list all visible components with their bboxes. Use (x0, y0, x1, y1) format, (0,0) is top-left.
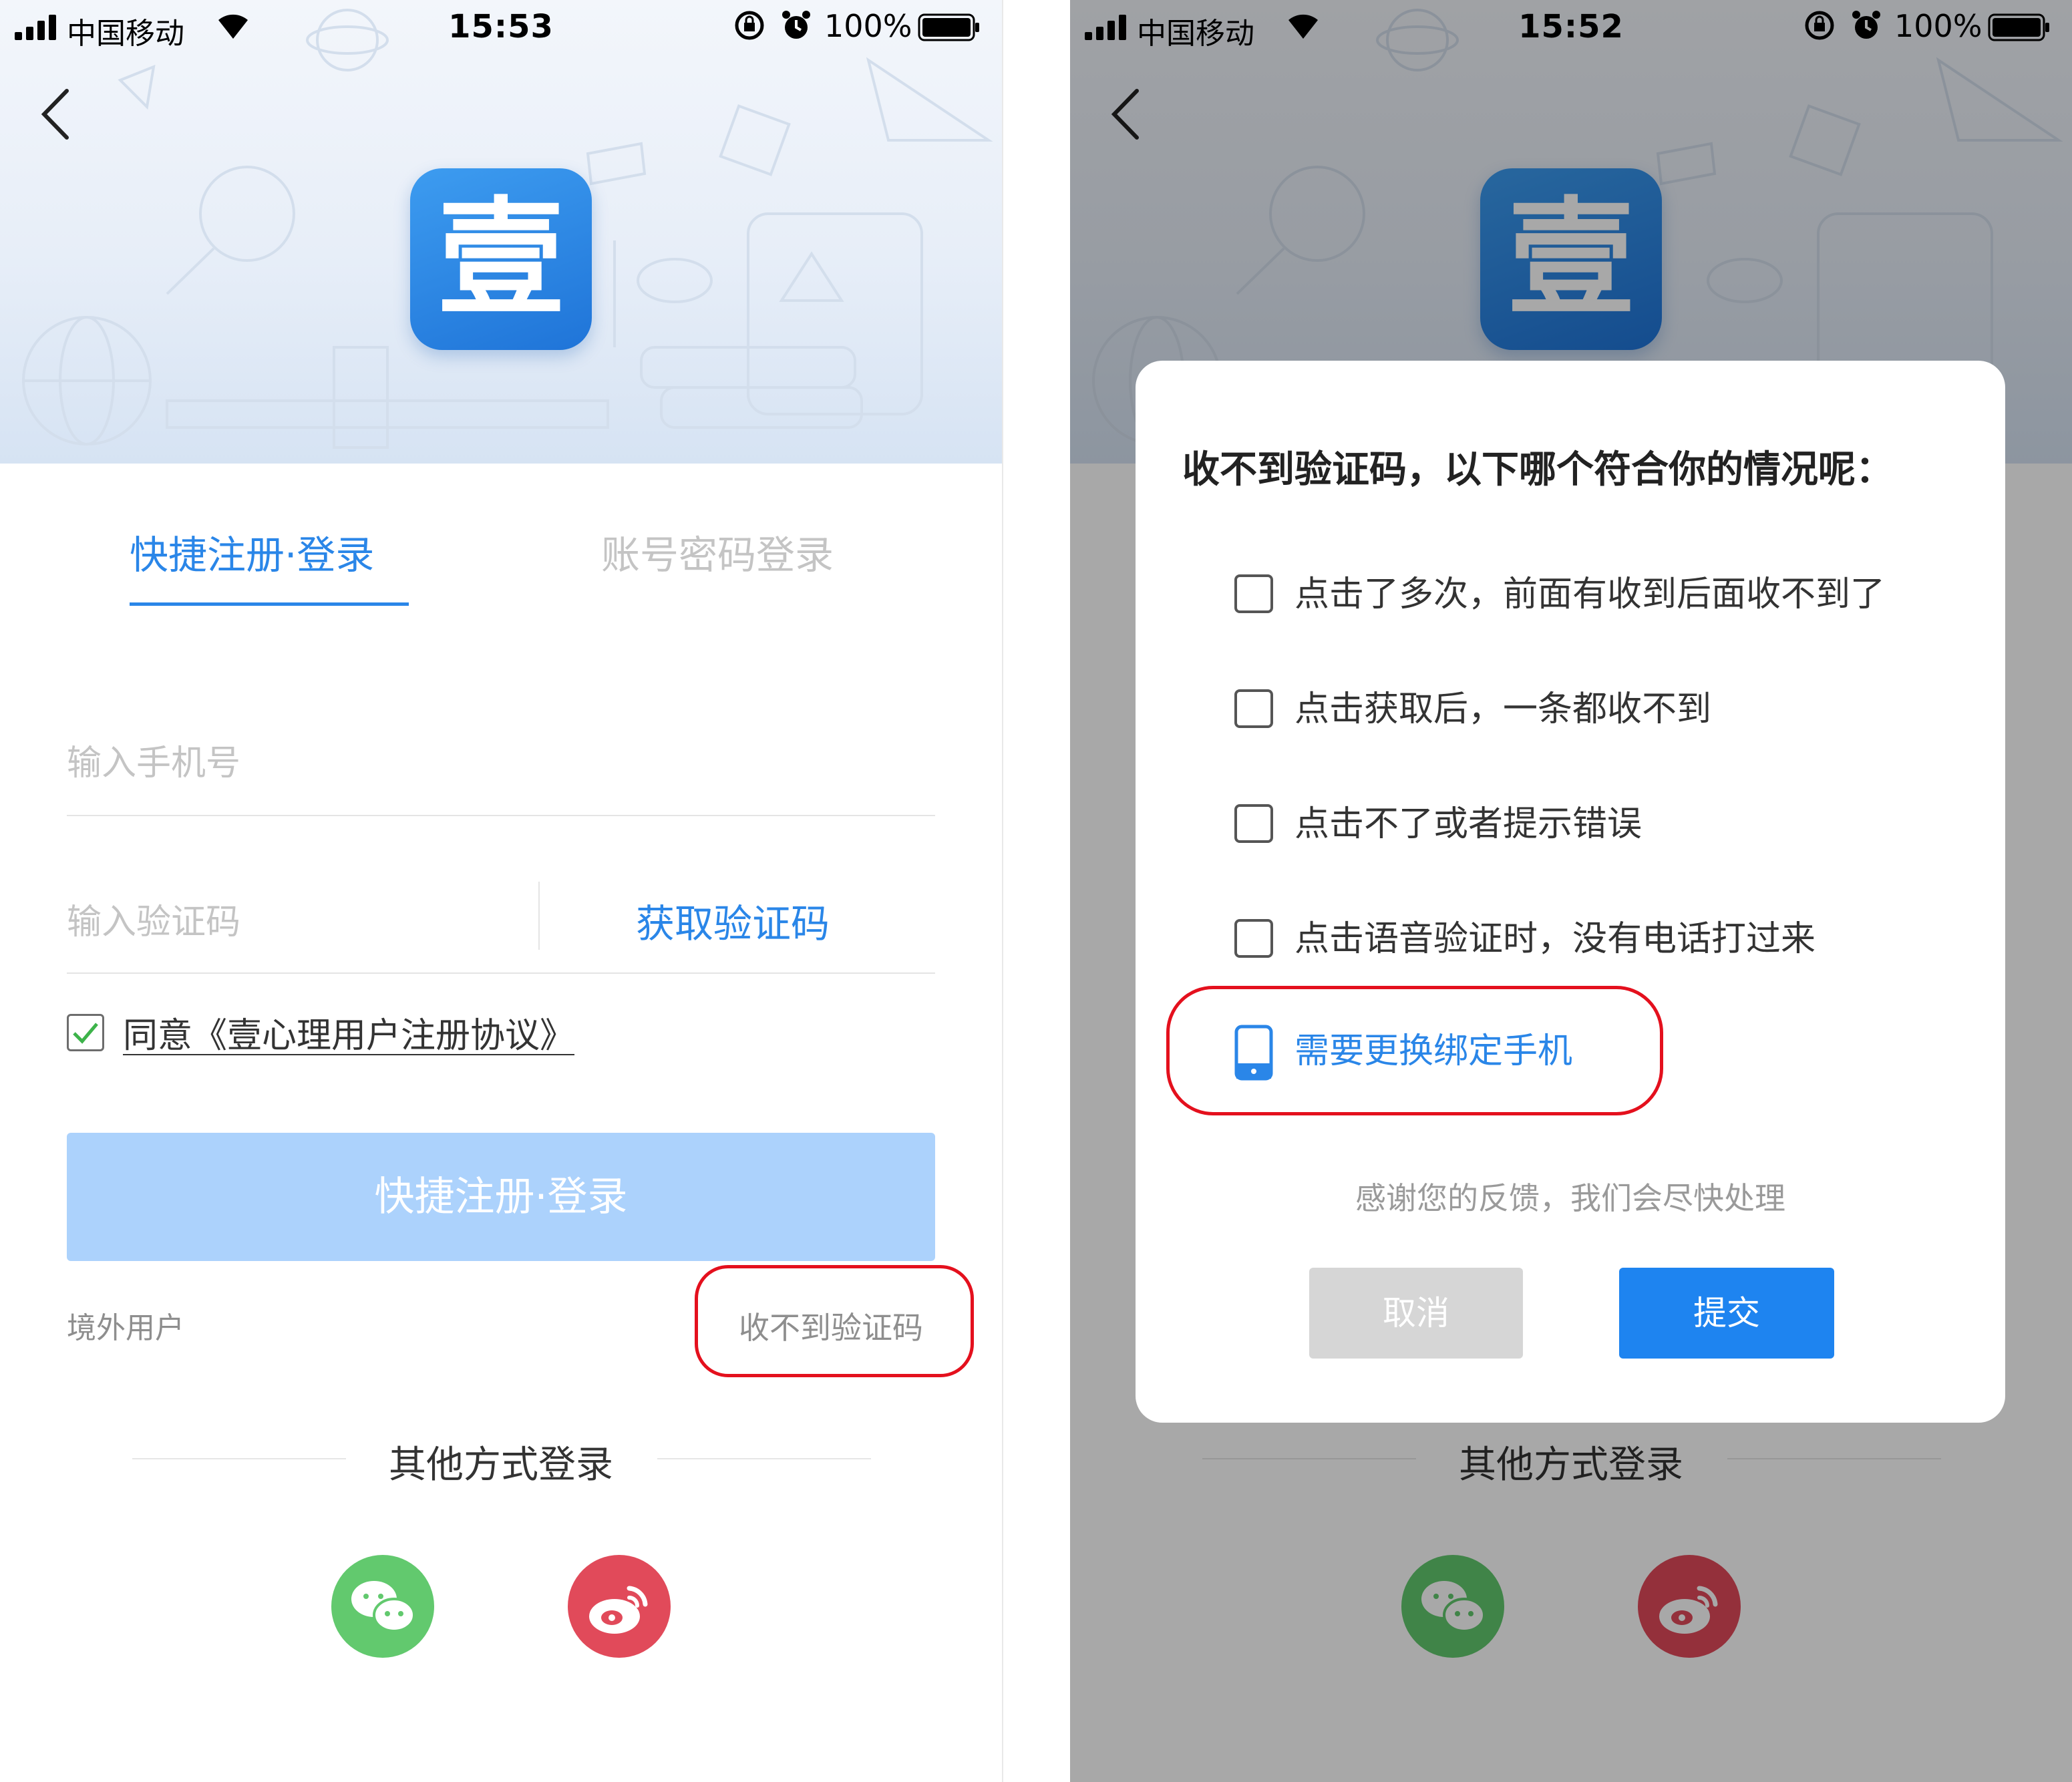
highlight-annotation (1166, 986, 1663, 1115)
option-label: 点击语音验证时，没有电话打过来 (1294, 919, 1816, 959)
overseas-user-link[interactable]: 境外用户 (67, 1304, 184, 1347)
tab-quick-register-login[interactable]: 快捷注册·登录 (130, 524, 374, 580)
status-bar: 中国移动 15:53 100% (0, 0, 1002, 56)
code-input[interactable]: 输入验证码 (67, 894, 240, 944)
back-arrow-icon[interactable] (39, 87, 72, 142)
thanks-message: 感谢您的反馈，我们会尽快处理 (1355, 1180, 1785, 1216)
option-checkbox[interactable] (1234, 804, 1273, 843)
alarm-icon (782, 11, 810, 39)
dialog-title: 收不到验证码，以下哪个符合你的情况呢： (1182, 448, 1893, 492)
divider (67, 815, 935, 816)
agreement-checkbox[interactable] (67, 1014, 104, 1051)
cancel-button[interactable]: 取消 (1309, 1268, 1523, 1359)
wechat-login-button[interactable] (331, 1555, 434, 1658)
battery-percentage: 100% (824, 8, 912, 44)
checkmark-icon (73, 1023, 98, 1044)
option-label: 点击了多次，前面有收到后面收不到了 (1294, 574, 1886, 614)
option-checkbox[interactable] (1234, 574, 1273, 613)
login-screen: 中国移动 15:53 100% 壹 快捷注册·登录 账号密码登录 输入手机号 输… (0, 0, 1003, 1782)
active-tab-indicator (130, 602, 409, 606)
weibo-login-button[interactable] (568, 1555, 671, 1658)
divider (538, 882, 540, 950)
no-code-feedback-dialog: 收不到验证码，以下哪个符合你的情况呢： 点击了多次，前面有收到后面收不到了 点击… (1136, 361, 2005, 1423)
option-label: 点击不了或者提示错误 (1294, 804, 1643, 844)
option-checkbox[interactable] (1234, 919, 1273, 958)
app-logo: 壹 (410, 168, 592, 350)
tab-password-login[interactable]: 账号密码登录 (601, 524, 834, 580)
weibo-icon (589, 1586, 648, 1634)
other-login-title: 其他方式登录 (389, 1443, 613, 1487)
quick-login-button[interactable]: 快捷注册·登录 (67, 1133, 935, 1261)
phone-input[interactable]: 输入手机号 (67, 735, 240, 785)
highlight-annotation (695, 1265, 974, 1377)
agreement-link[interactable]: 同意《壹心理用户注册协议》 (123, 1007, 574, 1057)
feedback-screen: 中国移动 15:52 100% 壹 其他方式登录 收不到验证码，以下哪个符合你的… (1070, 0, 2072, 1782)
wechat-icon (351, 1581, 415, 1632)
option-checkbox[interactable] (1234, 689, 1273, 728)
get-code-button[interactable]: 获取验证码 (636, 892, 830, 948)
submit-button[interactable]: 提交 (1619, 1268, 1834, 1359)
divider (67, 972, 935, 974)
battery-icon (918, 13, 979, 41)
option-label: 点击获取后，一条都收不到 (1294, 689, 1712, 729)
rotation-lock-icon (735, 11, 764, 40)
